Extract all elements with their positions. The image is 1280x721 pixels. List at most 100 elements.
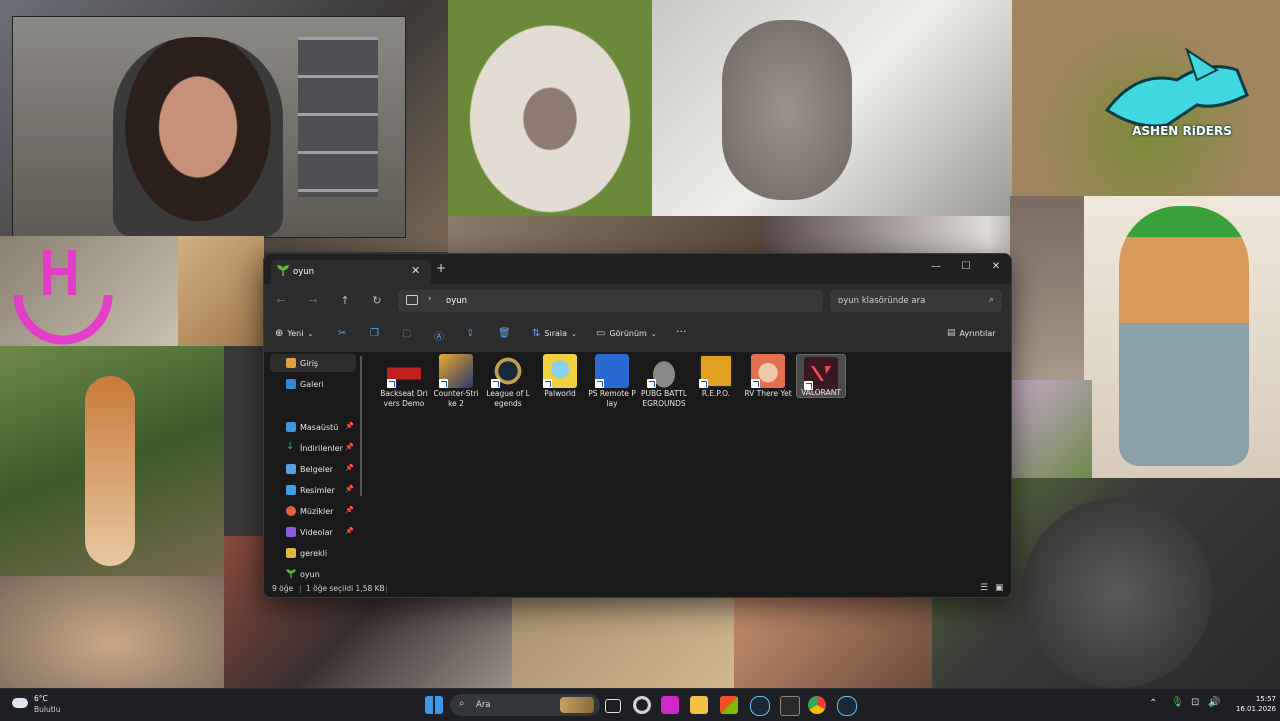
pin-icon[interactable]: 📌 (345, 506, 354, 514)
weather-condition: Bulutlu (34, 705, 61, 714)
copy-button[interactable]: ❐ (370, 328, 379, 339)
divider: | (299, 584, 302, 593)
file-item-backseat-drivers[interactable]: Backseat Drivers Demo (380, 354, 428, 424)
pin-icon[interactable]: 📌 (345, 443, 354, 451)
steam-secondary-icon[interactable] (837, 696, 857, 716)
sidebar-item-documents[interactable]: Belgeler 📌 (270, 460, 356, 478)
pink-smile-logo-icon (13, 250, 113, 345)
close-tab-icon[interactable]: ✕ (411, 264, 420, 277)
maximize-button[interactable]: ☐ (951, 258, 981, 276)
status-bar: 9 öğe | 1 öğe seçildi 1,58 KB | ☰ ▣ (264, 581, 1011, 597)
refresh-icon[interactable]: ↻ (369, 293, 385, 309)
plant-folder-icon (286, 569, 296, 579)
share-button[interactable]: ⇪ (466, 328, 474, 339)
chrome-icon[interactable] (808, 696, 826, 714)
file-item-rv-there-yet[interactable]: RV There Yet (744, 354, 792, 424)
taskbar-search[interactable]: ⌕ Ara (450, 694, 600, 716)
sidebar-item-gerekli[interactable]: gerekli (270, 544, 356, 562)
sort-button[interactable]: ⇅ Sırala ⌄ (532, 328, 577, 339)
file-item-ps-remote-play[interactable]: PS Remote Play (588, 354, 636, 424)
sidebar-item-label: Masaüstü (300, 423, 339, 432)
shortcut-arrow-icon (647, 379, 656, 388)
sidebar-item-label: oyun (300, 570, 320, 579)
sidebar-item-videos[interactable]: Videolar 📌 (270, 523, 356, 541)
sidebar-item-gallery[interactable]: Galeri (270, 375, 356, 393)
download-icon: ↓ (286, 441, 295, 452)
microphone-icon[interactable]: 🎙 (1171, 697, 1184, 708)
selection-info: 1 öğe seçildi 1,58 KB (306, 584, 385, 593)
cut-button[interactable]: ✂ (338, 328, 346, 339)
sidebar-scrollbar[interactable] (360, 356, 362, 496)
details-pane-button[interactable]: ▤ Ayrıntılar (947, 328, 996, 338)
file-name: Backseat Drivers Demo (380, 389, 428, 408)
search-box[interactable]: oyun klasöründe ara ⌕ (830, 290, 1002, 312)
address-bar[interactable]: › oyun (398, 290, 823, 312)
copy-icon: ❐ (370, 328, 379, 339)
back-arrow-icon[interactable]: ← (273, 293, 289, 309)
file-item-pubg[interactable]: PUBG BATTLEGROUNDS (640, 354, 688, 424)
chevron-right-icon[interactable]: › (428, 294, 432, 304)
wallpaper-tile-bulldog (1010, 380, 1092, 480)
plus-circle-icon: ⊕ (275, 328, 284, 339)
view-button[interactable]: ▭ Görünüm ⌄ (596, 328, 657, 339)
details-view-icon[interactable]: ☰ (980, 583, 988, 593)
pin-icon[interactable]: 📌 (345, 485, 354, 493)
steam-icon[interactable] (750, 696, 770, 716)
tab-title: oyun (293, 267, 315, 277)
search-highlight-image (560, 697, 594, 713)
epic-games-icon[interactable] (780, 696, 800, 716)
sidebar-item-desktop[interactable]: Masaüstü 📌 (270, 418, 356, 436)
new-tab-button[interactable]: + (436, 261, 446, 275)
sidebar-item-label: Giriş (300, 359, 319, 368)
up-arrow-icon[interactable]: ↑ (337, 293, 353, 309)
shortcut-arrow-icon (751, 379, 760, 388)
wallpaper-tile-frog: ASHEN RiDERS (1012, 0, 1280, 196)
wallpaper-tile-cat-green-hat (1084, 196, 1280, 478)
sidebar-item-home[interactable]: Giriş (270, 354, 356, 372)
task-view-icon[interactable] (605, 699, 621, 713)
sidebar-item-downloads[interactable]: ↓ İndirilenler 📌 (270, 439, 356, 457)
pin-icon[interactable]: 📌 (345, 527, 354, 535)
chevron-up-icon[interactable]: ⌃ (1149, 698, 1157, 709)
delete-button[interactable]: 🗑 (498, 328, 511, 339)
sidebar-item-music[interactable]: Müzikler 📌 (270, 502, 356, 520)
network-icon[interactable]: ⊡ (1191, 697, 1199, 708)
paste-button[interactable]: ▢ (402, 328, 411, 339)
scissors-icon: ✂ (338, 328, 347, 339)
new-button[interactable]: ⊕ Yeni ⌄ (275, 328, 313, 339)
temperature: 6°C (34, 694, 48, 703)
sidebar-item-label: Müzikler (300, 507, 334, 516)
volume-icon[interactable]: 🔊 (1208, 697, 1220, 708)
trash-icon: 🗑 (498, 328, 511, 339)
pin-icon[interactable]: 📌 (345, 422, 354, 430)
view-icon: ▭ (596, 328, 606, 339)
app-magenta-icon[interactable] (661, 696, 679, 714)
forward-arrow-icon[interactable]: → (305, 293, 321, 309)
microsoft-store-icon[interactable] (720, 696, 738, 714)
file-item-repo[interactable]: R.E.P.O. (692, 354, 740, 424)
close-window-button[interactable]: ✕ (981, 258, 1011, 276)
file-item-valorant[interactable]: VALORANT (796, 354, 846, 398)
home-icon (286, 358, 296, 368)
address-path: oyun (446, 296, 468, 306)
sidebar-item-pictures[interactable]: Resimler 📌 (270, 481, 356, 499)
pin-icon[interactable]: 📌 (345, 464, 354, 472)
search-icon[interactable]: ⌕ (989, 295, 994, 305)
file-item-league-of-legends[interactable]: League of Legends (484, 354, 532, 424)
rename-button[interactable]: Ⓐ (434, 328, 444, 343)
start-windows-icon[interactable] (425, 696, 443, 714)
minimize-button[interactable]: — (921, 258, 951, 276)
tiles-view-icon[interactable]: ▣ (995, 583, 1004, 593)
more-options-button[interactable]: ··· (676, 325, 687, 338)
system-clock[interactable]: 15:57 16.01.2026 (1226, 694, 1276, 714)
wallpaper-tile-dog-sleeping (512, 596, 734, 688)
navigation-bar: ← → ↑ ↻ › oyun oyun klasöründe ara ⌕ (264, 284, 1011, 318)
file-item-counter-strike-2[interactable]: Counter-Strike 2 (432, 354, 480, 424)
paste-icon: ▢ (402, 328, 412, 339)
documents-icon (286, 464, 296, 474)
file-explorer-icon[interactable] (690, 696, 708, 714)
app-recorder-icon[interactable] (633, 696, 651, 714)
wallpaper-tile-monkey (0, 576, 224, 688)
tab-oyun[interactable]: oyun ✕ (271, 260, 431, 284)
file-item-palworld[interactable]: Palworld (536, 354, 584, 424)
